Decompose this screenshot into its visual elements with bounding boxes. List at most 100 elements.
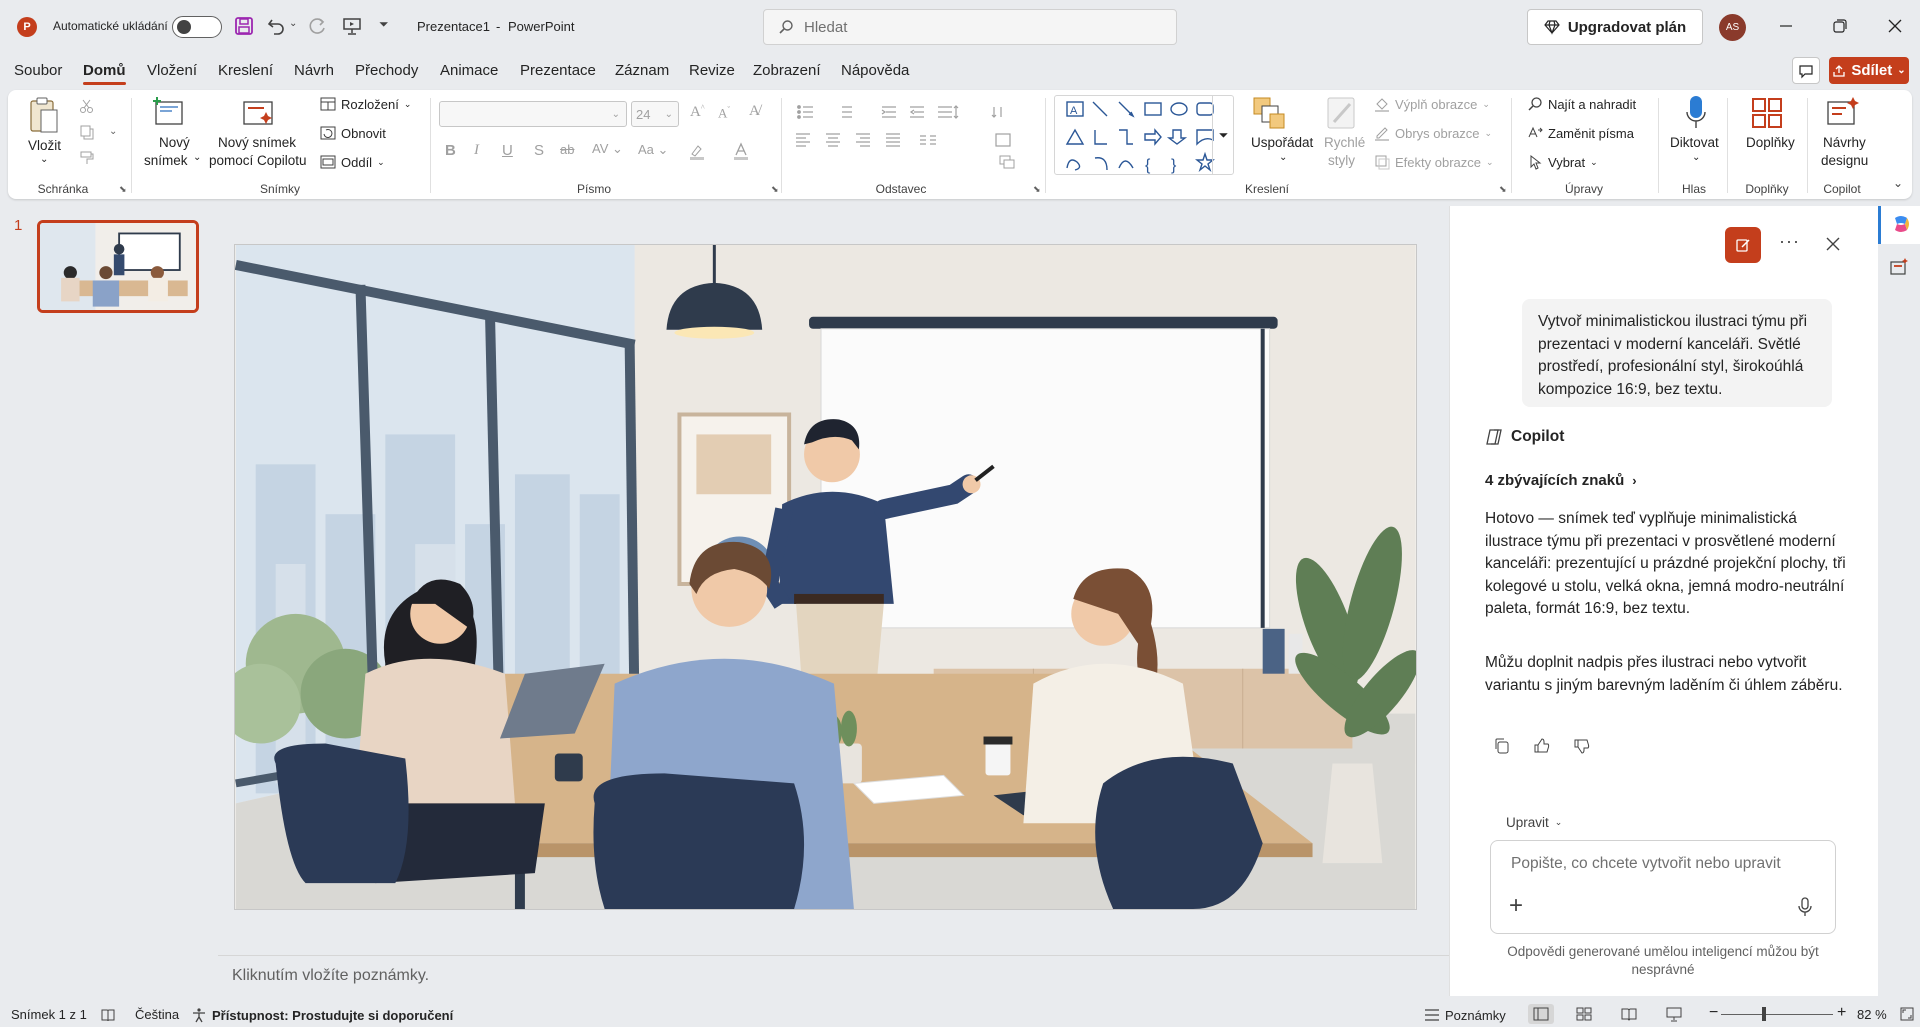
cut-icon[interactable]	[79, 98, 95, 114]
fit-to-window-icon[interactable]	[1900, 1007, 1914, 1021]
notes-pane[interactable]: Kliknutím vložíte poznámky.	[218, 955, 1450, 996]
copilot-slide-label-1[interactable]: Nový snímek	[218, 134, 296, 152]
tab-record[interactable]: Záznam	[615, 62, 669, 79]
search-box[interactable]: Hledat	[763, 9, 1177, 45]
undo-icon[interactable]	[266, 16, 286, 36]
shapes-gallery-more-icon[interactable]: ⏷	[1212, 95, 1234, 175]
shadow-icon[interactable]: S	[534, 142, 544, 159]
designer-icon[interactable]	[1826, 96, 1860, 130]
replace-fonts-button[interactable]: Zaměnit písma	[1527, 125, 1634, 141]
select-button[interactable]: Vybrat ⌄	[1527, 154, 1598, 170]
save-icon[interactable]	[234, 16, 254, 36]
copy-dropdown-icon[interactable]: ⌄	[109, 126, 117, 137]
zoom-in-icon[interactable]: +	[1837, 1004, 1846, 1022]
alignment-controls[interactable]	[796, 132, 1024, 148]
document-title[interactable]: Prezentace1	[417, 19, 490, 34]
new-slide-label-2[interactable]: snímek	[144, 152, 188, 170]
section-button[interactable]: Oddíl ⌄	[320, 154, 385, 170]
slideshow-icon[interactable]	[1666, 1006, 1682, 1022]
more-options-icon[interactable]: ···	[1779, 231, 1800, 252]
attach-plus-icon[interactable]: +	[1509, 892, 1523, 920]
arrange-dropdown-icon[interactable]: ⌄	[1279, 152, 1287, 163]
prompt-composer[interactable]: Popište, co chcete vytvořit nebo upravit…	[1490, 840, 1836, 934]
prompt-input[interactable]: Popište, co chcete vytvořit nebo upravit	[1511, 855, 1781, 873]
quick-styles-label-2[interactable]: styly	[1328, 152, 1355, 170]
comments-button[interactable]	[1792, 57, 1820, 84]
format-painter-icon[interactable]	[79, 150, 95, 166]
tab-design[interactable]: Návrh	[294, 62, 334, 79]
avatar[interactable]: AS	[1719, 14, 1746, 41]
spellcheck-button[interactable]	[100, 1007, 116, 1023]
change-case-icon[interactable]: Aa ⌄	[638, 142, 668, 158]
collapse-ribbon-icon[interactable]: ⌄	[1893, 176, 1903, 190]
tab-view[interactable]: Zobrazení	[753, 62, 821, 79]
normal-view-button[interactable]	[1528, 1004, 1554, 1024]
addins-label[interactable]: Doplňky	[1746, 134, 1795, 152]
dictate-dropdown-icon[interactable]: ⌄	[1692, 152, 1700, 163]
clear-formatting-icon[interactable]: A̸	[749, 103, 760, 120]
highlight-icon[interactable]	[688, 142, 706, 160]
thumbs-down-icon[interactable]	[1573, 737, 1591, 755]
char-spacing-icon[interactable]: AV ⌄	[592, 141, 623, 157]
present-from-start-icon[interactable]	[342, 16, 362, 36]
quick-styles-label-1[interactable]: Rychlé	[1324, 134, 1365, 152]
share-button[interactable]: Sdílet ⌄	[1829, 57, 1909, 84]
italic-icon[interactable]: I	[474, 142, 479, 159]
paste-label[interactable]: Vložit	[28, 137, 61, 155]
language-button[interactable]: Čeština	[135, 1007, 179, 1022]
grow-font-icon[interactable]: A^	[690, 103, 705, 121]
new-slide-icon[interactable]	[152, 96, 186, 130]
new-chat-button[interactable]	[1725, 227, 1761, 263]
notes-toggle[interactable]: Poznámky	[1424, 1007, 1506, 1023]
zoom-level[interactable]: 82 %	[1857, 1007, 1887, 1022]
slide-canvas[interactable]	[234, 244, 1417, 910]
clipboard-launcher-icon[interactable]: ⬊	[119, 184, 127, 195]
tab-draw[interactable]: Kreslení	[218, 62, 273, 79]
shape-fill-button[interactable]: Výplň obrazce ⌄	[1374, 96, 1490, 112]
designer-rail-icon[interactable]	[1889, 257, 1909, 277]
tab-animations[interactable]: Animace	[440, 62, 498, 79]
paragraph-launcher-icon[interactable]: ⬊	[1033, 184, 1041, 195]
undo-dropdown-icon[interactable]: ⌄	[289, 18, 297, 29]
font-color-icon[interactable]	[732, 142, 750, 160]
restore-icon[interactable]	[1833, 19, 1847, 33]
tab-insert[interactable]: Vložení	[147, 62, 197, 79]
upgrade-button[interactable]: Upgradovat plán	[1527, 9, 1703, 45]
bold-icon[interactable]: B	[445, 142, 456, 159]
copilot-slide-label-2[interactable]: pomocí Copilotu	[209, 152, 307, 170]
tab-review[interactable]: Revize	[689, 62, 735, 79]
minimize-icon[interactable]	[1779, 19, 1793, 33]
shape-effects-button[interactable]: Efekty obrazce ⌄	[1374, 154, 1494, 170]
voice-input-icon[interactable]	[1797, 897, 1813, 917]
new-slide-dropdown-icon[interactable]: ⌄	[193, 152, 201, 163]
remaining-chars-link[interactable]: 4 zbývajících znaků ›	[1485, 472, 1637, 489]
tab-slideshow[interactable]: Prezentace	[520, 62, 596, 79]
zoom-out-icon[interactable]: −	[1709, 1004, 1718, 1022]
dictate-label[interactable]: Diktovat	[1670, 134, 1719, 152]
font-launcher-icon[interactable]: ⬊	[771, 184, 779, 195]
designer-label-2[interactable]: designu	[1821, 152, 1868, 170]
layout-button[interactable]: Rozložení ⌄	[320, 96, 411, 112]
drawing-launcher-icon[interactable]: ⬊	[1499, 184, 1507, 195]
tab-file[interactable]: Soubor	[14, 62, 62, 79]
slide-sorter-icon[interactable]	[1576, 1007, 1592, 1021]
microphone-icon[interactable]	[1685, 94, 1707, 134]
paste-dropdown-icon[interactable]: ⌄	[40, 154, 48, 165]
strikethrough-icon[interactable]: ab	[560, 142, 574, 157]
addins-icon[interactable]	[1750, 96, 1784, 130]
shape-outline-button[interactable]: Obrys obrazce ⌄	[1374, 125, 1492, 141]
smartart-icon[interactable]	[998, 154, 1022, 170]
close-icon[interactable]	[1888, 19, 1902, 33]
find-replace-button[interactable]: Najít a nahradit	[1527, 96, 1636, 112]
designer-label-1[interactable]: Návrhy	[1823, 134, 1866, 152]
underline-icon[interactable]: U	[502, 142, 513, 159]
paste-icon[interactable]	[27, 96, 61, 136]
accessibility-button[interactable]: Přístupnost: Prostudujte si doporučení	[191, 1007, 453, 1023]
reading-view-icon[interactable]	[1621, 1007, 1637, 1021]
arrange-icon[interactable]	[1252, 96, 1286, 132]
reset-button[interactable]: Obnovit	[320, 125, 386, 141]
list-controls[interactable]	[796, 104, 1026, 120]
arrange-label[interactable]: Uspořádat	[1251, 134, 1313, 152]
font-size-combo[interactable]: 24 ⌄	[631, 101, 679, 127]
zoom-slider[interactable]	[1721, 1014, 1833, 1015]
